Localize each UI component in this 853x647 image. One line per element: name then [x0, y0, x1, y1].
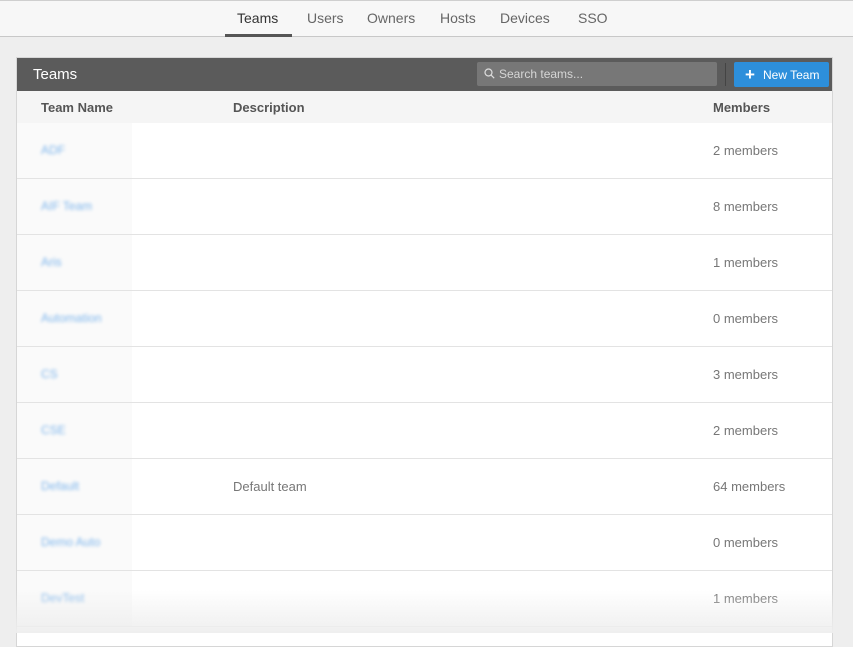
team-name-link[interactable]: DevTest — [41, 591, 84, 605]
table-row[interactable]: CSE 2 members — [17, 403, 832, 459]
team-members-count: 8 members — [713, 199, 779, 214]
top-nav: Teams Users Owners Hosts Devices SSO — [0, 0, 853, 37]
tab-sso[interactable]: SSO — [578, 10, 608, 26]
active-tab-indicator — [225, 34, 292, 37]
table-row[interactable]: CS 3 members — [17, 347, 832, 403]
tab-hosts[interactable]: Hosts — [440, 10, 476, 26]
table-row[interactable]: Demo Auto 0 members — [17, 515, 832, 571]
table-row[interactable]: Automation 0 members — [17, 291, 832, 347]
team-members-count: 2 members — [713, 143, 779, 158]
team-members-count: 0 members — [713, 535, 779, 550]
team-name-link[interactable]: AIF Team — [41, 199, 92, 213]
header-divider — [725, 63, 726, 86]
table-row[interactable]: Aris 1 members — [17, 235, 832, 291]
team-name-link[interactable]: CS — [41, 367, 58, 381]
row-highlight — [17, 235, 132, 290]
column-header-description[interactable]: Description — [233, 100, 305, 115]
search-input[interactable] — [499, 62, 711, 86]
tab-teams[interactable]: Teams — [237, 10, 278, 26]
panel-title: Teams — [33, 66, 78, 83]
search-box[interactable] — [477, 62, 717, 86]
table-row[interactable]: DevTest 1 members — [17, 571, 832, 627]
row-highlight — [17, 123, 132, 178]
team-members-count: 3 members — [713, 367, 779, 382]
new-team-button[interactable]: + New Team — [734, 62, 829, 87]
team-name-link[interactable]: CSE — [41, 423, 66, 437]
row-highlight — [17, 403, 132, 458]
team-name-link[interactable]: Aris — [41, 255, 62, 269]
plus-icon: + — [745, 65, 755, 84]
team-name-link[interactable]: Automation — [41, 311, 102, 325]
team-name-link[interactable]: Demo Auto — [41, 535, 100, 549]
column-header-team-name[interactable]: Team Name — [41, 100, 113, 115]
team-members-count: 2 members — [713, 423, 779, 438]
new-team-label: New Team — [763, 68, 820, 82]
search-icon — [484, 68, 495, 79]
teams-panel: Teams + New Team Team Name Description M… — [16, 57, 833, 647]
tab-users[interactable]: Users — [307, 10, 344, 26]
team-members-count: 1 members — [713, 255, 779, 270]
table-header: Team Name Description Members — [17, 91, 832, 123]
team-members-count: 1 members — [713, 591, 779, 606]
team-members-count: 0 members — [713, 311, 779, 326]
team-members-count: 64 members — [713, 479, 786, 494]
table-row[interactable]: Default Default team 64 members — [17, 459, 832, 515]
row-highlight — [17, 347, 132, 402]
team-name-link[interactable]: ADF — [41, 143, 65, 157]
tab-devices[interactable]: Devices — [500, 10, 550, 26]
table-row[interactable]: AIF Team 8 members — [17, 179, 832, 235]
team-description: Default team — [233, 479, 307, 494]
tab-owners[interactable]: Owners — [367, 10, 415, 26]
table-row[interactable]: ADF 2 members — [17, 123, 832, 179]
team-name-link[interactable]: Default — [41, 479, 79, 493]
panel-header: Teams + New Team — [17, 58, 832, 91]
column-header-members[interactable]: Members — [713, 100, 770, 115]
